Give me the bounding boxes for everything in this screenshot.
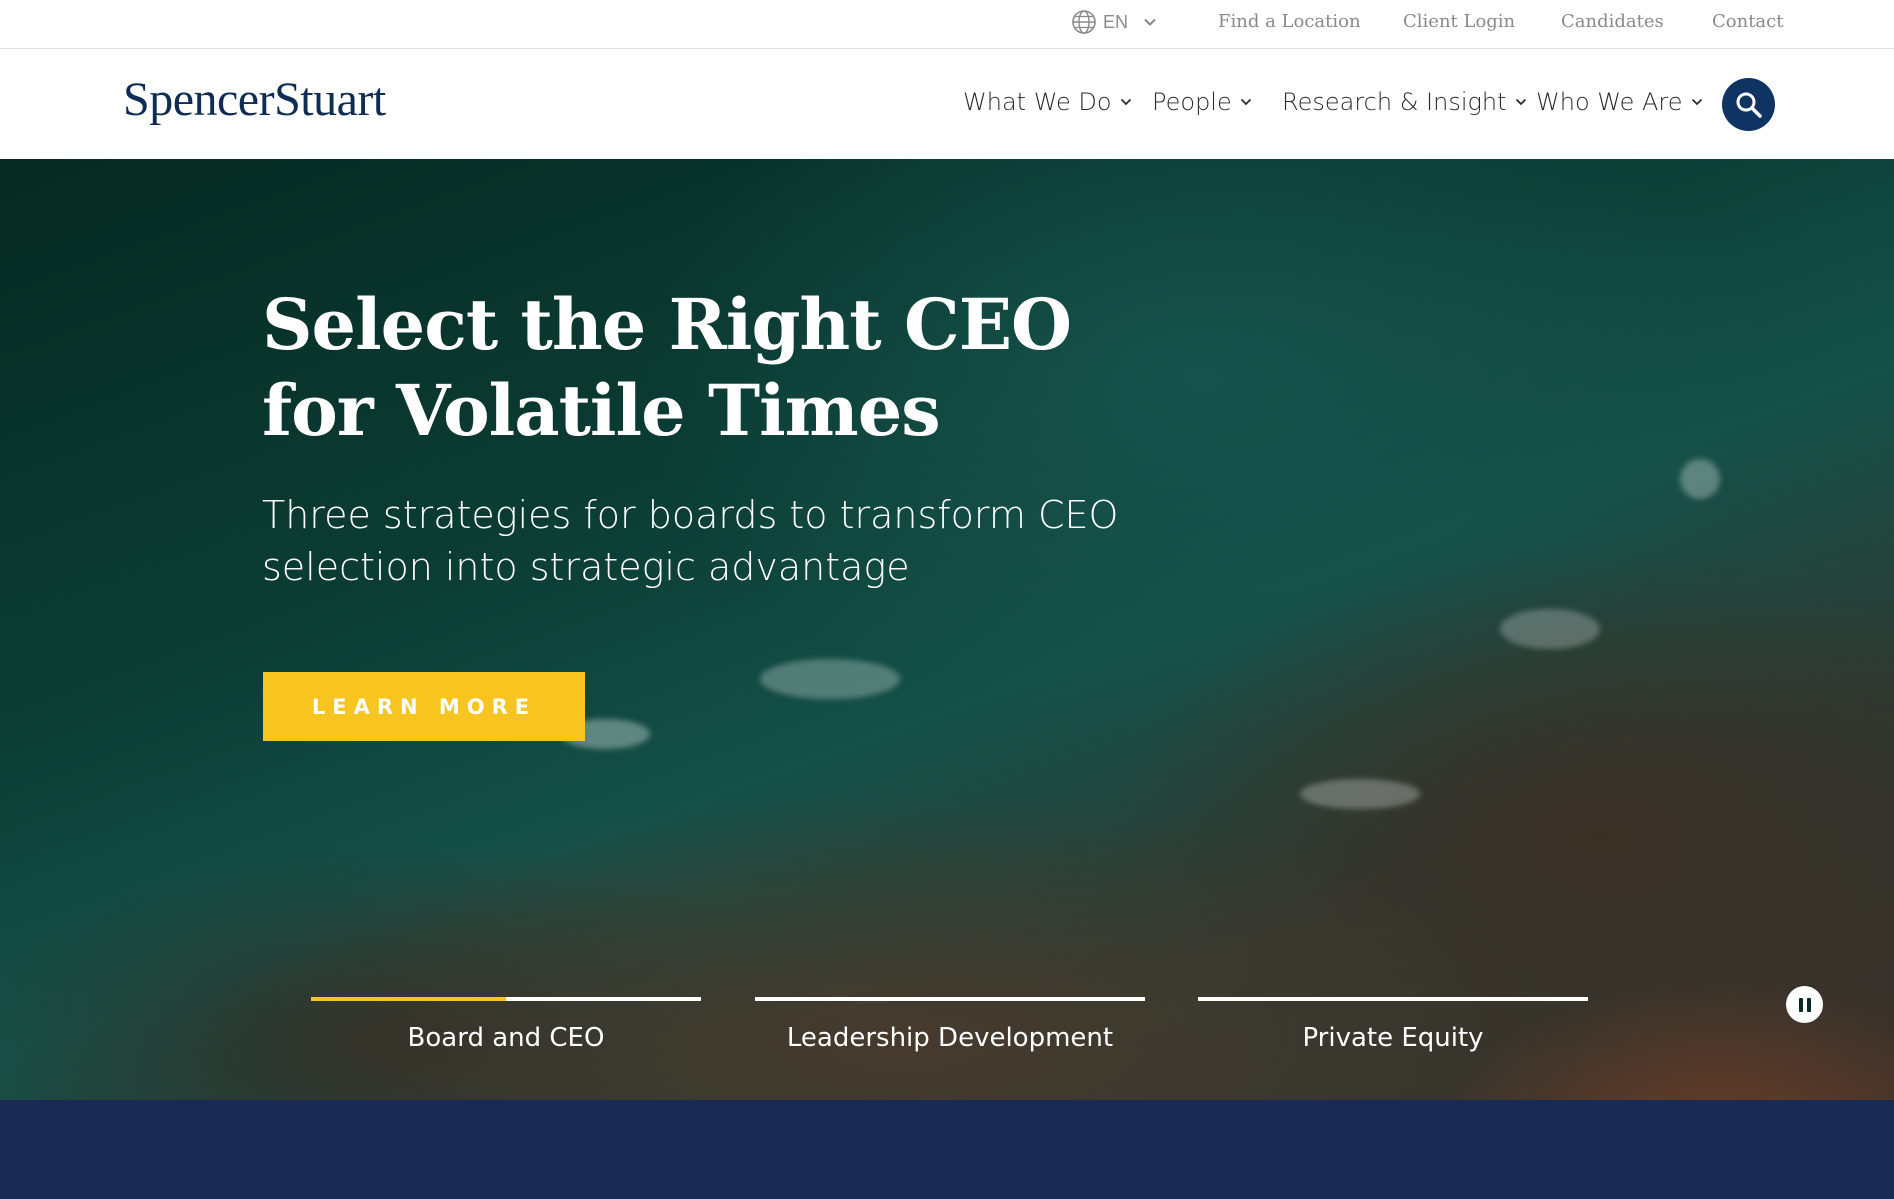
nav-item-who-we-are[interactable]: Who We Are bbox=[1536, 88, 1703, 116]
slide-progress-fill bbox=[311, 997, 506, 1001]
slide-tab-label: Board and CEO bbox=[407, 1023, 605, 1053]
bottom-section bbox=[0, 1100, 1894, 1199]
chevron-down-icon bbox=[1240, 98, 1251, 106]
main-nav: SpencerStuart What We Do People Research… bbox=[0, 50, 1894, 159]
pause-icon bbox=[1806, 997, 1811, 1012]
chevron-down-icon bbox=[1691, 98, 1702, 106]
learn-more-button[interactable]: LEARN MORE bbox=[263, 672, 585, 741]
language-selector[interactable]: EN bbox=[1071, 9, 1156, 35]
nav-item-label: People bbox=[1152, 88, 1232, 116]
search-button[interactable] bbox=[1722, 78, 1775, 131]
surf-decoration bbox=[1500, 609, 1600, 649]
nav-item-research-insight[interactable]: Research & Insight bbox=[1282, 88, 1527, 116]
chevron-down-icon bbox=[1515, 98, 1526, 106]
surf-decoration bbox=[1680, 459, 1720, 499]
slide-progress-bar bbox=[755, 997, 1145, 1001]
hero-subtitle: Three strategies for boards to transform… bbox=[262, 493, 1119, 589]
slide-progress-bar bbox=[1198, 997, 1588, 1001]
nav-item-label: Who We Are bbox=[1536, 88, 1683, 116]
hero-carousel: Select the Right CEO for Volatile Times … bbox=[0, 159, 1894, 1100]
client-login-link[interactable]: Client Login bbox=[1403, 11, 1515, 32]
chevron-down-icon bbox=[1144, 18, 1156, 26]
hero-title: Select the Right CEO for Volatile Times bbox=[262, 283, 1072, 452]
find-location-link[interactable]: Find a Location bbox=[1218, 11, 1361, 32]
pause-button[interactable] bbox=[1786, 986, 1823, 1023]
nav-item-what-we-do[interactable]: What We Do bbox=[963, 88, 1132, 116]
spencerstuart-logo[interactable]: SpencerStuart bbox=[123, 72, 386, 127]
surf-decoration bbox=[760, 659, 900, 699]
slide-progress-bar bbox=[311, 997, 701, 1001]
globe-icon bbox=[1072, 10, 1096, 34]
slide-tab-label: Private Equity bbox=[1302, 1023, 1484, 1053]
chevron-down-icon bbox=[1120, 98, 1131, 106]
surf-decoration bbox=[1300, 779, 1420, 809]
language-label: EN bbox=[1103, 11, 1129, 32]
nav-item-label: What We Do bbox=[963, 88, 1112, 116]
contact-link[interactable]: Contact bbox=[1712, 11, 1783, 32]
utility-bar: EN Find a Location Client Login Candidat… bbox=[0, 0, 1894, 49]
search-icon bbox=[1736, 92, 1762, 118]
nav-item-label: Research & Insight bbox=[1282, 88, 1507, 116]
nav-item-people[interactable]: People bbox=[1152, 88, 1252, 116]
slide-tab-label: Leadership Development bbox=[786, 1023, 1114, 1053]
pause-icon bbox=[1798, 997, 1803, 1012]
candidates-link[interactable]: Candidates bbox=[1561, 11, 1664, 32]
